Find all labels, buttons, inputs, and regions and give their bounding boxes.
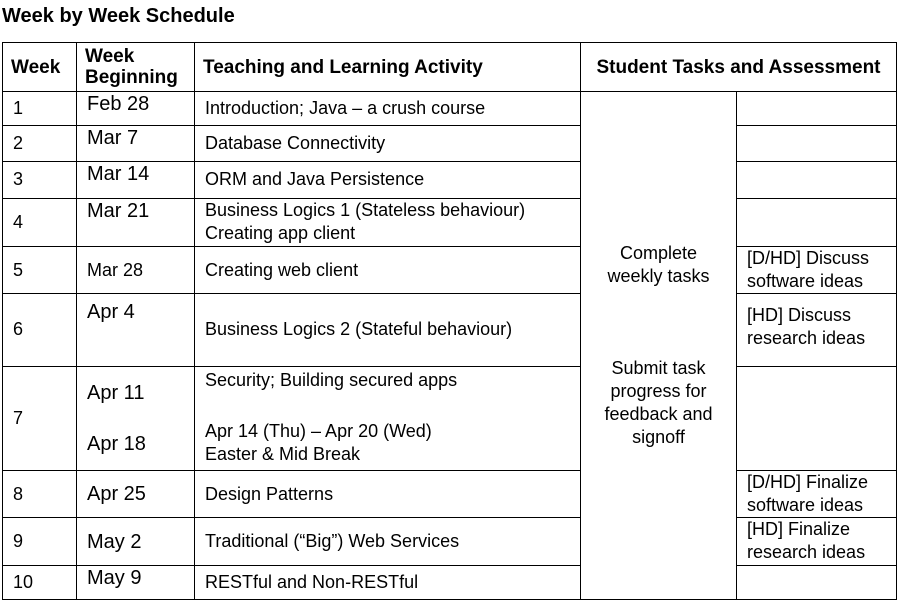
table-row: 8 Apr 25 Design Patterns [D/HD] Finalize… — [2, 470, 897, 519]
activity: Database Connectivity — [194, 125, 581, 163]
assessment — [736, 125, 897, 163]
student-task-line: signoff — [632, 427, 685, 447]
activity: Traditional (“Big”) Web Services — [194, 517, 581, 566]
activity: Security; Building secured apps Apr 14 (… — [194, 365, 581, 472]
assessment-line: [HD] Discuss — [747, 305, 852, 326]
header-row: Week Week Beginning Teaching and Learnin… — [2, 42, 897, 92]
table-row: 10 May 9 RESTful and Non-RESTful — [2, 564, 897, 601]
student-task-line: progress for — [610, 381, 707, 401]
activity-line: Easter & Mid Break — [205, 443, 361, 464]
week-number: 6 — [2, 293, 77, 367]
assessment: [D/HD] Finalize software ideas — [736, 470, 897, 519]
table-row: 6 Apr 4 Business Logics 2 (Stateful beha… — [2, 293, 897, 367]
table-row: 2 Mar 7 Database Connectivity — [2, 125, 897, 163]
assessment: [HD] Discuss research ideas — [736, 293, 897, 367]
header-week-beginning-line2: Beginning — [85, 67, 178, 88]
student-task-line: feedback and — [604, 404, 713, 424]
student-task-progress: Submit task progress for feedback and si… — [582, 357, 736, 449]
week-beginning: Mar 21 — [76, 197, 195, 247]
header-week: Week — [2, 42, 77, 92]
table-row: 4 Mar 21 Business Logics 1 (Stateless be… — [2, 197, 897, 247]
assessment — [736, 564, 897, 601]
week-beginning: Mar 14 — [76, 161, 195, 199]
activity-line: Apr 14 (Thu) – Apr 20 (Wed) — [205, 420, 432, 441]
student-tasks-cell: Complete weekly tasks Submit task progre… — [580, 91, 737, 600]
week-beginning: Apr 4 — [76, 293, 195, 367]
assessment — [736, 161, 897, 199]
week-number: 1 — [2, 90, 77, 127]
week-beginning: Mar 7 — [76, 125, 195, 163]
activity: Design Patterns — [194, 470, 581, 519]
activity: Creating web client — [194, 245, 581, 295]
student-task-line: weekly tasks — [607, 266, 710, 286]
student-task-line: Complete — [619, 243, 698, 263]
assessment-line: research ideas — [747, 328, 866, 349]
week-number: 7 — [2, 365, 77, 472]
week-beginning-line: Apr 18 — [87, 432, 146, 455]
week-number: 10 — [2, 564, 77, 601]
week-beginning: Apr 25 — [76, 470, 195, 519]
week-number: 8 — [2, 470, 77, 519]
activity: Business Logics 2 (Stateful behaviour) — [194, 293, 581, 367]
activity: Introduction; Java – a crush course — [194, 90, 581, 127]
week-beginning: May 2 — [76, 517, 195, 566]
assessment — [736, 90, 897, 127]
week-number: 9 — [2, 517, 77, 566]
student-task-weekly: Complete weekly tasks — [582, 242, 736, 288]
week-beginning: Mar 28 — [76, 245, 195, 295]
activity: ORM and Java Persistence — [194, 161, 581, 199]
activity: RESTful and Non-RESTful — [194, 564, 581, 601]
assessment-line: [D/HD] Finalize — [747, 472, 869, 493]
week-beginning: Apr 11 Apr 18 — [76, 365, 195, 472]
week-beginning-line: Apr 11 — [87, 381, 145, 404]
table-row: 9 May 2 Traditional (“Big”) Web Services… — [2, 517, 897, 566]
week-number: 2 — [2, 125, 77, 163]
week-number: 5 — [2, 245, 77, 295]
week-beginning: May 9 — [76, 564, 195, 601]
activity: Business Logics 1 (Stateless behaviour) … — [194, 197, 581, 247]
assessment-line: [D/HD] Discuss — [747, 247, 870, 268]
table-row: 5 Mar 28 Creating web client [D/HD] Disc… — [2, 245, 897, 295]
week-number: 4 — [2, 197, 77, 247]
schedule-table: Week Week Beginning Teaching and Learnin… — [2, 42, 897, 601]
header-week-beginning: Week Beginning — [76, 42, 195, 92]
header-activity: Teaching and Learning Activity — [194, 42, 581, 92]
table-row: 7 Apr 11 Apr 18 Security; Building secur… — [2, 365, 897, 472]
assessment-line: software ideas — [747, 270, 864, 291]
student-task-line: Submit task — [611, 358, 706, 378]
activity-line: Security; Building secured apps — [205, 369, 458, 390]
table-row: 1 Feb 28 Introduction; Java – a crush co… — [2, 90, 897, 600]
table-row: 3 Mar 14 ORM and Java Persistence — [2, 161, 897, 199]
header-week-beginning-line1: Week — [85, 46, 135, 67]
activity-line: Business Logics 1 (Stateless behaviour) — [205, 199, 526, 220]
assessment — [736, 197, 897, 247]
assessment — [736, 365, 897, 472]
header-student-tasks: Student Tasks and Assessment — [580, 42, 897, 92]
assessment-line: research ideas — [747, 542, 866, 563]
week-number: 3 — [2, 161, 77, 199]
assessment-line: [HD] Finalize — [747, 519, 851, 540]
activity-line: Creating app client — [205, 222, 356, 243]
assessment: [HD] Finalize research ideas — [736, 517, 897, 566]
assessment-line: software ideas — [747, 495, 864, 516]
assessment: [D/HD] Discuss software ideas — [736, 245, 897, 295]
week-beginning: Feb 28 — [76, 90, 195, 127]
page-title: Week by Week Schedule — [2, 5, 235, 27]
